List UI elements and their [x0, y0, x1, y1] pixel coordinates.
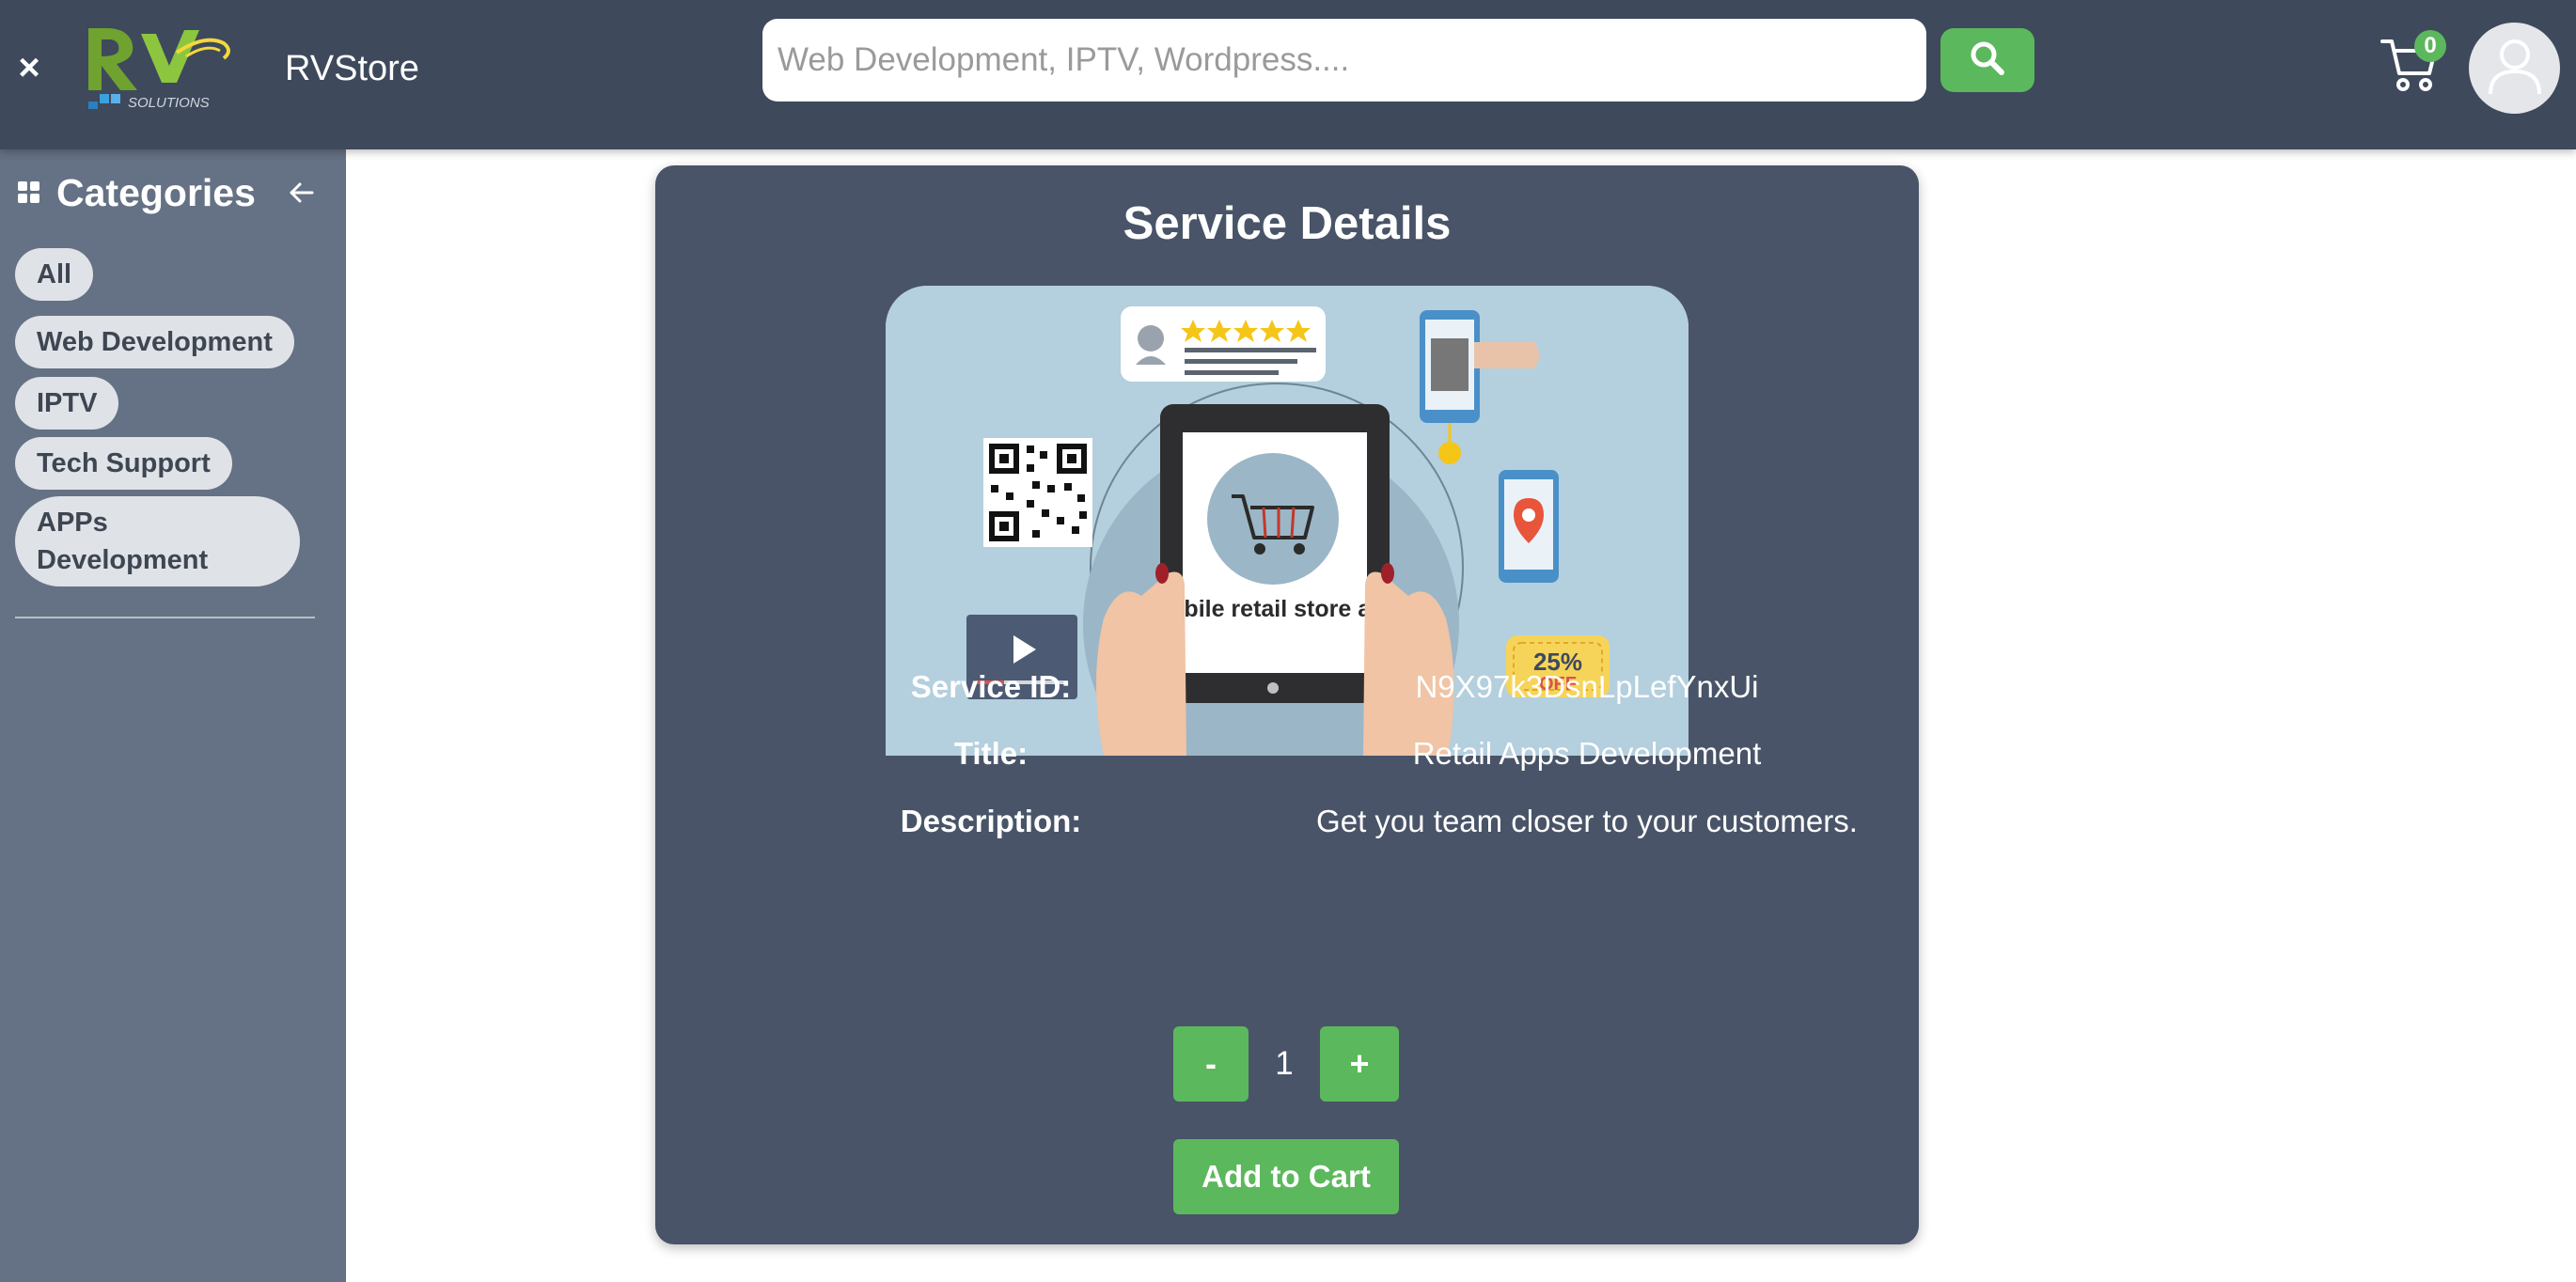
- category-web-development[interactable]: Web Development: [15, 316, 294, 368]
- title-label: Title:: [953, 736, 1029, 771]
- arrow-left-icon: [286, 182, 318, 212]
- rv-solutions-logo[interactable]: SOLUTIONS: [83, 24, 250, 113]
- service-id-value: N9X97k3DsnLpLefYnxUi: [1415, 669, 1759, 704]
- cart-count-badge: 0: [2414, 30, 2446, 62]
- cart-icon: [2379, 39, 2444, 102]
- image-caption: Mobile retail store app: [1150, 596, 1399, 622]
- sidebar-divider: [15, 617, 315, 618]
- user-avatar[interactable]: [2469, 23, 2560, 114]
- category-apps-development[interactable]: APPs Development: [15, 496, 300, 586]
- top-header: × SOLUTIONS RVStore Web Development, IPT…: [0, 0, 2576, 149]
- quantity-decrease-button[interactable]: -: [1173, 1026, 1249, 1102]
- description-label: Description:: [900, 804, 1082, 838]
- category-tech-support[interactable]: Tech Support: [15, 437, 232, 490]
- category-iptv[interactable]: IPTV: [15, 377, 119, 430]
- description-value: Get you team closer to your customers.: [1316, 804, 1858, 838]
- category-all[interactable]: All: [15, 248, 94, 301]
- svg-text:SOLUTIONS: SOLUTIONS: [128, 95, 210, 111]
- categories-title: Categories: [56, 171, 256, 214]
- quantity-increase-button[interactable]: +: [1320, 1026, 1399, 1102]
- search-icon: [1969, 39, 2006, 82]
- close-sidebar-button[interactable]: ×: [13, 47, 45, 88]
- page-title: Service Details: [1123, 198, 1452, 249]
- search-button[interactable]: [1940, 28, 2034, 92]
- quantity-value: 1: [1275, 1045, 1294, 1082]
- title-value: Retail Apps Development: [1412, 736, 1762, 771]
- brand-name: RVStore: [285, 49, 419, 88]
- search-input[interactable]: [762, 19, 1926, 102]
- service-details-card: Service Details 25% OFF Mobile retail st…: [655, 165, 1919, 1244]
- collapse-sidebar-button[interactable]: [286, 177, 318, 209]
- service-id-label: Service ID:: [910, 669, 1072, 704]
- grid-icon: [18, 181, 40, 204]
- user-icon: [2487, 36, 2543, 101]
- add-to-cart-button[interactable]: Add to Cart: [1173, 1139, 1399, 1214]
